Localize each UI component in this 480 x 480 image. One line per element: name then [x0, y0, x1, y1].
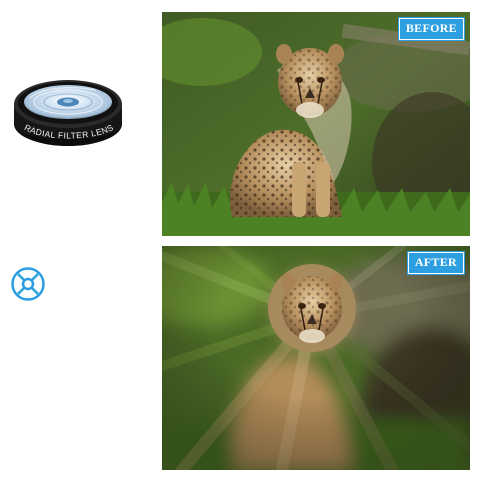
radial-blur-icon [10, 266, 46, 302]
before-badge: BEFORE [397, 17, 466, 41]
lens-product-image: RADIAL FILTER LENS [10, 72, 126, 156]
cheetah-cub-blurred-image [162, 246, 470, 470]
before-photo: BEFORE [162, 12, 470, 236]
after-photo: AFTER [162, 246, 470, 470]
cheetah-cub-image [162, 12, 470, 236]
svg-text:RADIAL FILTER LENS: RADIAL FILTER LENS [23, 122, 115, 140]
lens-label: RADIAL FILTER LENS [23, 122, 115, 140]
product-comparison-page: RADIAL FILTER LENS BEFORE AFTER [0, 0, 480, 480]
after-badge: AFTER [406, 251, 466, 275]
